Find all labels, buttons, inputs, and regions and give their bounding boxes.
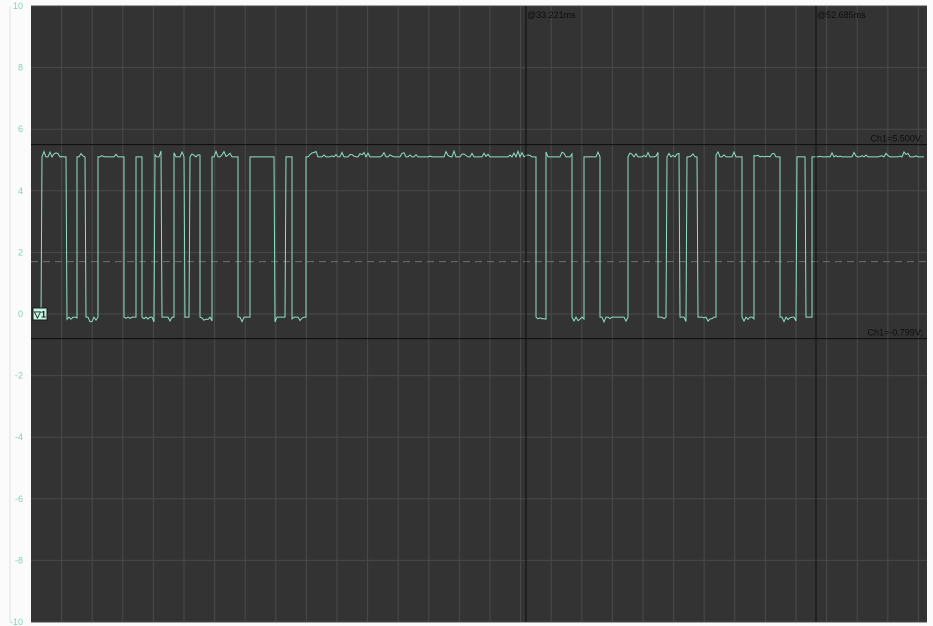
oscilloscope-view[interactable]: 10 8 6 4 2 0 -2 -4 -6 -8 -10 @33.221ms @52.685ms Ch1…	[0, 0, 933, 626]
time-cursor-label: @33.221ms	[527, 10, 576, 20]
y-tick-label: -2	[15, 371, 23, 381]
y-tick-label: 2	[18, 247, 23, 257]
channel-1-ground-marker[interactable]: ▽1	[32, 307, 48, 321]
level-cursor-label: Ch1=5.500V;	[871, 134, 923, 144]
channel-marker-label: ▽1	[33, 310, 46, 320]
y-tick-label: -8	[15, 555, 23, 565]
level-cursor-label: Ch1=-0.799V;	[868, 328, 923, 338]
y-tick-label: -4	[15, 432, 23, 442]
y-tick-label: 10	[13, 1, 23, 11]
time-cursor-label: @52.685ms	[817, 10, 866, 20]
y-tick-label: 4	[18, 186, 23, 196]
y-tick-label: 6	[18, 124, 23, 134]
y-tick-label: 8	[18, 63, 23, 73]
y-tick-label: -6	[15, 494, 23, 504]
y-tick-label: -10	[10, 617, 23, 626]
y-tick-label: 0	[18, 309, 23, 319]
